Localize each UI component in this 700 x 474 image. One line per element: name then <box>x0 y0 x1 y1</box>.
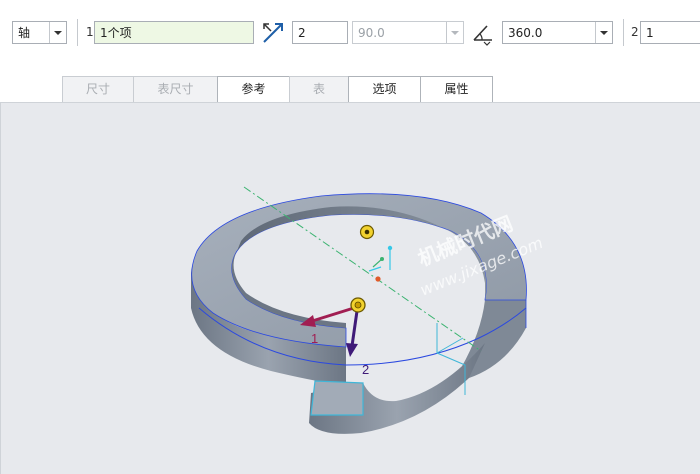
center-handle-dot <box>354 301 362 309</box>
ring-end-face[interactable] <box>310 380 364 416</box>
dashboard-tabs: 尺寸 表尺寸 参考 表 选项 属性 <box>62 76 493 102</box>
direction-2-label: 2 <box>362 362 369 377</box>
second-direction-count-input[interactable]: 1 <box>640 21 700 44</box>
member-count-value: 2 <box>298 25 306 40</box>
triad-tip <box>380 257 384 261</box>
tab-options[interactable]: 选项 <box>348 76 421 102</box>
member-spacing-value: 90.0 <box>358 25 385 40</box>
drag-handle-dot <box>364 229 370 235</box>
separator <box>77 19 78 46</box>
tab-table: 表 <box>289 76 349 102</box>
angle-range-icon[interactable] <box>470 20 496 46</box>
angle-range-select[interactable]: 360.0 <box>502 21 613 44</box>
pattern-type-value: 轴 <box>18 26 31 40</box>
member-spacing-select: 90.0 <box>352 21 464 44</box>
chevron-down-icon[interactable] <box>595 22 612 43</box>
pattern-type-select[interactable]: 轴 <box>12 21 67 44</box>
chevron-down-icon <box>446 22 463 43</box>
triad-axis <box>368 266 382 272</box>
member-count-input[interactable]: 2 <box>292 21 348 44</box>
axis-reference-collector[interactable]: 1个项 <box>94 21 254 44</box>
tab-table-dimensions: 表尺寸 <box>133 76 218 102</box>
model-canvas[interactable]: 1 2 机械时代网 www.jixage.com <box>1 103 700 474</box>
chevron-down-icon[interactable] <box>49 22 66 43</box>
tab-properties[interactable]: 属性 <box>420 76 493 102</box>
axis-origin-point <box>375 276 381 282</box>
direction-2-arrow[interactable] <box>350 310 359 347</box>
second-direction-index: 2 <box>631 25 639 39</box>
pattern-ribbon: 轴 1 1个项 2 90.0 360.0 2 1 尺寸 表尺寸 参考 表 选项 … <box>0 0 700 103</box>
tab-dimensions: 尺寸 <box>62 76 134 102</box>
tab-references[interactable]: 参考 <box>217 76 290 102</box>
graphics-viewport[interactable]: 1 2 机械时代网 www.jixage.com <box>0 103 700 474</box>
axis-reference-value: 1个项 <box>100 26 132 40</box>
separator <box>623 19 624 46</box>
triad-tip <box>387 245 393 251</box>
member-count-icon[interactable] <box>260 20 286 46</box>
direction-2-arrowhead <box>346 343 358 357</box>
direction-1-arrow[interactable] <box>308 305 358 324</box>
angle-range-value: 360.0 <box>508 25 543 40</box>
second-direction-count-value: 1 <box>646 25 654 40</box>
reference-index: 1 <box>86 25 94 39</box>
direction-1-label: 1 <box>311 331 318 346</box>
